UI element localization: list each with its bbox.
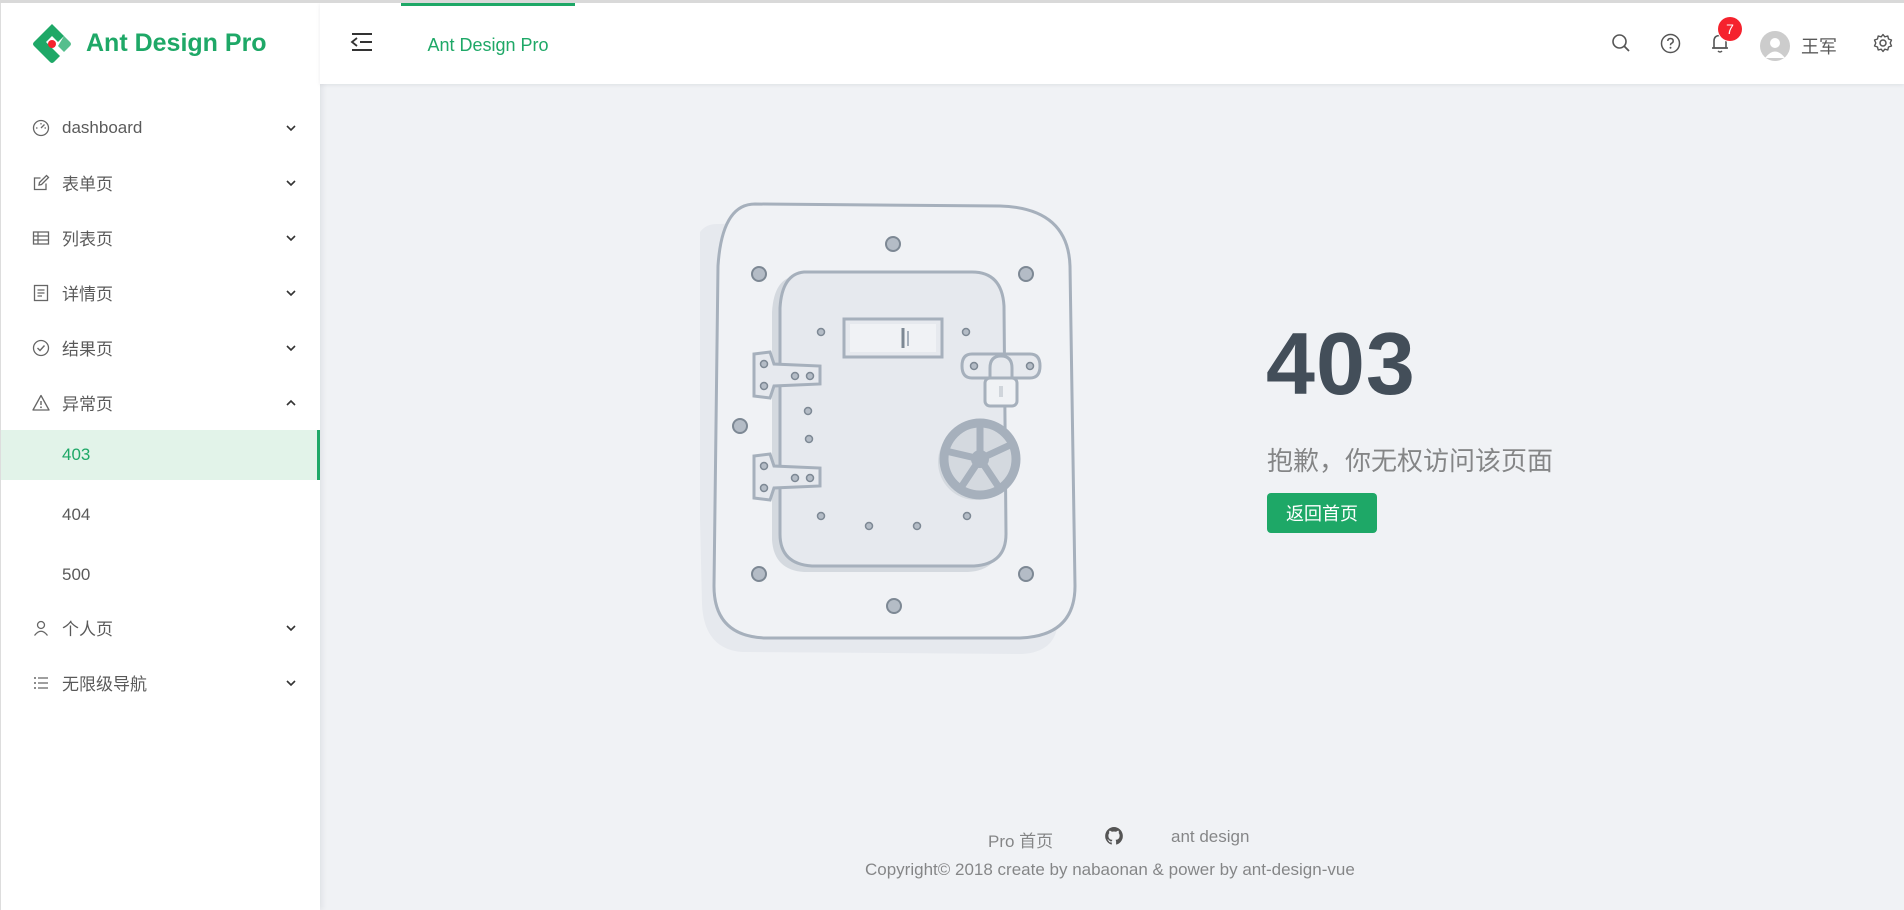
sidebar-item-profile[interactable]: 详情页: [1, 265, 320, 320]
exception-description: 抱歉，你无权访问该页面: [1267, 446, 1554, 476]
tab-label: Ant Design Pro: [427, 34, 549, 55]
chevron-up-icon: [286, 399, 296, 406]
chevron-down-icon: [286, 679, 296, 686]
profile-icon: [31, 283, 51, 303]
sidebar-item-label: 异常页: [62, 395, 113, 414]
sidebar-subitem-403[interactable]: 403: [1, 430, 320, 480]
back-home-button[interactable]: 返回首页: [1267, 493, 1377, 533]
sidebar-item-label: 无限级导航: [62, 675, 147, 694]
menu-fold-icon[interactable]: [350, 31, 374, 53]
sidebar-menu: dashboard 表单页 列表页 详情页 结果页 异常页 403 404 50…: [1, 84, 320, 710]
logo[interactable]: Ant Design Pro: [1, 3, 320, 84]
sidebar-subitem-label: 403: [62, 445, 91, 464]
form-icon: [31, 173, 51, 193]
sidebar-item-label: 详情页: [62, 285, 113, 304]
exception-code: 403: [1266, 314, 1416, 413]
sidebar-item-dashboard[interactable]: dashboard: [1, 100, 320, 155]
chevron-down-icon: [286, 124, 296, 131]
search-icon[interactable]: [1609, 31, 1633, 55]
notification-badge: 7: [1718, 17, 1742, 41]
sidebar: Ant Design Pro dashboard 表单页 列表页 详情页 结果页…: [0, 3, 320, 910]
ant-design-logo-icon: [33, 23, 71, 63]
bars-icon: [31, 673, 51, 693]
sidebar-item-list[interactable]: 列表页: [1, 210, 320, 265]
sidebar-item-exception[interactable]: 异常页: [1, 375, 320, 430]
chevron-down-icon: [286, 344, 296, 351]
help-icon[interactable]: [1658, 31, 1682, 55]
sidebar-item-label: dashboard: [62, 117, 143, 137]
copyright-text: Copyright© 2018 create by nabaonan & pow…: [865, 860, 1355, 879]
settings-gear-icon[interactable]: [1871, 31, 1895, 55]
sidebar-subitem-500[interactable]: 500: [1, 550, 320, 600]
window-top-border: [0, 0, 1904, 3]
chevron-down-icon: [286, 234, 296, 241]
sidebar-item-label: 结果页: [62, 340, 113, 359]
sidebar-subitem-label: 404: [62, 505, 91, 524]
user-icon: [31, 618, 51, 638]
sidebar-item-label: 列表页: [62, 230, 113, 249]
sidebar-item-form[interactable]: 表单页: [1, 155, 320, 210]
top-header: Ant Design Pro 7 王军: [320, 3, 1904, 84]
github-icon[interactable]: [1104, 826, 1124, 846]
chevron-down-icon: [286, 289, 296, 296]
vault-door-illustration: [700, 202, 1077, 654]
sidebar-subitem-404[interactable]: 404: [1, 490, 320, 540]
check-circle-icon: [31, 338, 51, 358]
sidebar-item-label: 个人页: [62, 620, 113, 639]
table-icon: [31, 228, 51, 248]
chevron-down-icon: [286, 624, 296, 631]
footer-link-pro-home[interactable]: Pro 首页: [988, 827, 1053, 852]
warning-icon: [31, 393, 51, 413]
sidebar-item-label: 表单页: [62, 175, 113, 194]
footer-link-ant-design[interactable]: ant design: [1171, 827, 1249, 847]
avatar[interactable]: [1760, 31, 1790, 61]
sidebar-subitem-label: 500: [62, 565, 91, 584]
tab-ant-design-pro[interactable]: Ant Design Pro: [401, 3, 575, 84]
chevron-down-icon: [286, 179, 296, 186]
sidebar-item-result[interactable]: 结果页: [1, 320, 320, 375]
username[interactable]: 王军: [1801, 33, 1837, 59]
app-title: Ant Design Pro: [86, 29, 267, 57]
sidebar-item-account[interactable]: 个人页: [1, 600, 320, 655]
dashboard-icon: [31, 118, 51, 138]
sidebar-item-infinite-nav[interactable]: 无限级导航: [1, 655, 320, 710]
